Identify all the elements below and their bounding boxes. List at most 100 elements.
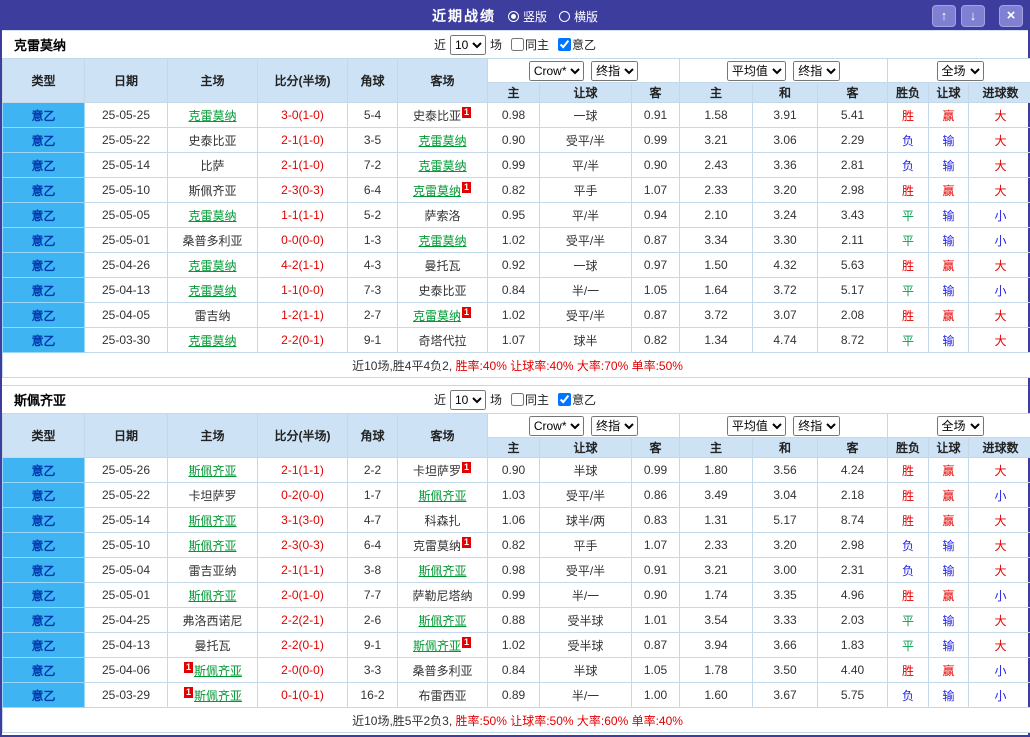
team-link[interactable]: 桑普多利亚	[412, 664, 472, 678]
same-home-filter[interactable]: 同主	[506, 391, 549, 408]
date-cell: 25-04-13	[85, 633, 168, 658]
team-link[interactable]: 克雷莫纳	[188, 284, 236, 298]
team-link[interactable]: 史泰比亚	[418, 284, 466, 298]
team-link[interactable]: 克雷莫纳	[188, 334, 236, 348]
team-link[interactable]: 克雷莫纳	[418, 234, 466, 248]
radio-selected-icon	[508, 11, 519, 22]
score-cell[interactable]: 3-0(1-0)	[258, 103, 348, 128]
team-link[interactable]: 科森扎	[424, 514, 460, 528]
score-cell[interactable]: 1-2(1-1)	[258, 303, 348, 328]
team-link[interactable]: 斯佩齐亚	[188, 589, 236, 603]
team-link[interactable]: 斯佩齐亚	[194, 664, 242, 678]
move-down-button[interactable]: ↓	[961, 5, 985, 27]
team-link[interactable]: 斯佩齐亚	[418, 489, 466, 503]
avg-draw: 4.32	[753, 253, 818, 278]
team-link[interactable]: 萨勒尼塔纳	[412, 589, 472, 603]
score-cell[interactable]: 2-3(0-3)	[258, 533, 348, 558]
team-link[interactable]: 克雷莫纳	[188, 259, 236, 273]
team-link[interactable]: 布雷西亚	[418, 689, 466, 703]
odds-home: 0.88	[488, 608, 540, 633]
same-home-filter[interactable]: 同主	[506, 36, 549, 53]
team-link[interactable]: 曼托瓦	[424, 259, 460, 273]
league-checkbox[interactable]	[558, 393, 571, 406]
odds-stage-select-2[interactable]: 终指	[793, 61, 840, 81]
odds-away: 0.99	[632, 128, 680, 153]
score-cell[interactable]: 2-1(1-0)	[258, 153, 348, 178]
score-cell[interactable]: 2-3(0-3)	[258, 178, 348, 203]
score-cell[interactable]: 0-2(0-0)	[258, 483, 348, 508]
score-cell[interactable]: 2-1(1-1)	[258, 458, 348, 483]
result-goals: 大	[969, 303, 1030, 328]
match-count-select[interactable]: 10	[450, 35, 486, 55]
score-cell[interactable]: 2-0(0-0)	[258, 658, 348, 683]
team-link[interactable]: 雷吉纳	[194, 309, 230, 323]
same-home-checkbox[interactable]	[511, 38, 524, 51]
layout-radio-horizontal[interactable]: 横版	[559, 8, 598, 25]
odds-away: 0.87	[632, 228, 680, 253]
match-row: 意乙25-05-04雷吉亚纳2-1(1-1)3-8斯佩齐亚0.98受平/半0.9…	[3, 558, 1030, 583]
score-cell[interactable]: 0-1(0-1)	[258, 683, 348, 708]
score-cell[interactable]: 0-0(0-0)	[258, 228, 348, 253]
team-link[interactable]: 卡坦萨罗	[413, 464, 461, 478]
odds-handicap: 半/一	[540, 583, 632, 608]
team-link[interactable]: 斯佩齐亚	[188, 184, 236, 198]
team-link[interactable]: 克雷莫纳	[413, 309, 461, 323]
team-link[interactable]: 曼托瓦	[194, 639, 230, 653]
home-team-cell: 雷吉亚纳	[168, 558, 258, 583]
team-link[interactable]: 比萨	[200, 159, 224, 173]
scope-select[interactable]: 全场	[937, 61, 984, 81]
team-link[interactable]: 斯佩齐亚	[188, 514, 236, 528]
team-link[interactable]: 克雷莫纳	[418, 134, 466, 148]
corner-cell: 2-6	[348, 608, 398, 633]
team-link[interactable]: 斯佩齐亚	[188, 539, 236, 553]
team-link[interactable]: 斯佩齐亚	[418, 564, 466, 578]
score-cell[interactable]: 3-1(3-0)	[258, 508, 348, 533]
team-link[interactable]: 史泰比亚	[413, 109, 461, 123]
team-link[interactable]: 萨索洛	[424, 209, 460, 223]
team-link[interactable]: 雷吉亚纳	[188, 564, 236, 578]
avg-home: 1.80	[680, 458, 753, 483]
odds-handicap: 一球	[540, 103, 632, 128]
match-rows: 意乙25-05-25克雷莫纳3-0(1-0)5-4史泰比亚10.98一球0.91…	[3, 103, 1030, 353]
score-cell[interactable]: 1-1(0-0)	[258, 278, 348, 303]
scope-select[interactable]: 全场	[937, 416, 984, 436]
close-button[interactable]: ×	[999, 5, 1023, 27]
odds-stage-select-2[interactable]: 终指	[793, 416, 840, 436]
same-home-checkbox[interactable]	[511, 393, 524, 406]
team-link[interactable]: 克雷莫纳	[188, 209, 236, 223]
layout-radio-vertical[interactable]: 竖版	[508, 8, 547, 25]
team-link[interactable]: 克雷莫纳	[188, 109, 236, 123]
bookmaker-select[interactable]: Crow*	[529, 61, 584, 81]
score-cell[interactable]: 2-0(1-0)	[258, 583, 348, 608]
odds-stage-select-1[interactable]: 终指	[591, 61, 638, 81]
league-filter[interactable]: 意乙	[553, 36, 596, 53]
score-cell[interactable]: 1-1(1-1)	[258, 203, 348, 228]
average-select[interactable]: 平均值	[727, 61, 786, 81]
match-count-select[interactable]: 10	[450, 390, 486, 410]
team-link[interactable]: 斯佩齐亚	[188, 464, 236, 478]
move-up-button[interactable]: ↑	[932, 5, 956, 27]
team-link[interactable]: 斯佩齐亚	[194, 689, 242, 703]
team-link[interactable]: 奇塔代拉	[418, 334, 466, 348]
team-link[interactable]: 史泰比亚	[188, 134, 236, 148]
team-link[interactable]: 弗洛西诺尼	[182, 614, 242, 628]
league-checkbox[interactable]	[558, 38, 571, 51]
team-link[interactable]: 克雷莫纳	[413, 184, 461, 198]
score-cell[interactable]: 2-1(1-0)	[258, 128, 348, 153]
team-link[interactable]: 斯佩齐亚	[413, 639, 461, 653]
average-select[interactable]: 平均值	[727, 416, 786, 436]
score-cell[interactable]: 4-2(1-1)	[258, 253, 348, 278]
score-cell[interactable]: 2-2(2-1)	[258, 608, 348, 633]
team-link[interactable]: 克雷莫纳	[418, 159, 466, 173]
team-link[interactable]: 桑普多利亚	[182, 234, 242, 248]
odds-stage-select-1[interactable]: 终指	[591, 416, 638, 436]
result-handicap: 赢	[929, 508, 969, 533]
team-link[interactable]: 斯佩齐亚	[418, 614, 466, 628]
score-cell[interactable]: 2-2(0-1)	[258, 328, 348, 353]
score-cell[interactable]: 2-2(0-1)	[258, 633, 348, 658]
team-link[interactable]: 卡坦萨罗	[188, 489, 236, 503]
league-filter[interactable]: 意乙	[553, 391, 596, 408]
bookmaker-select[interactable]: Crow*	[529, 416, 584, 436]
team-link[interactable]: 克雷莫纳	[413, 539, 461, 553]
score-cell[interactable]: 2-1(1-1)	[258, 558, 348, 583]
